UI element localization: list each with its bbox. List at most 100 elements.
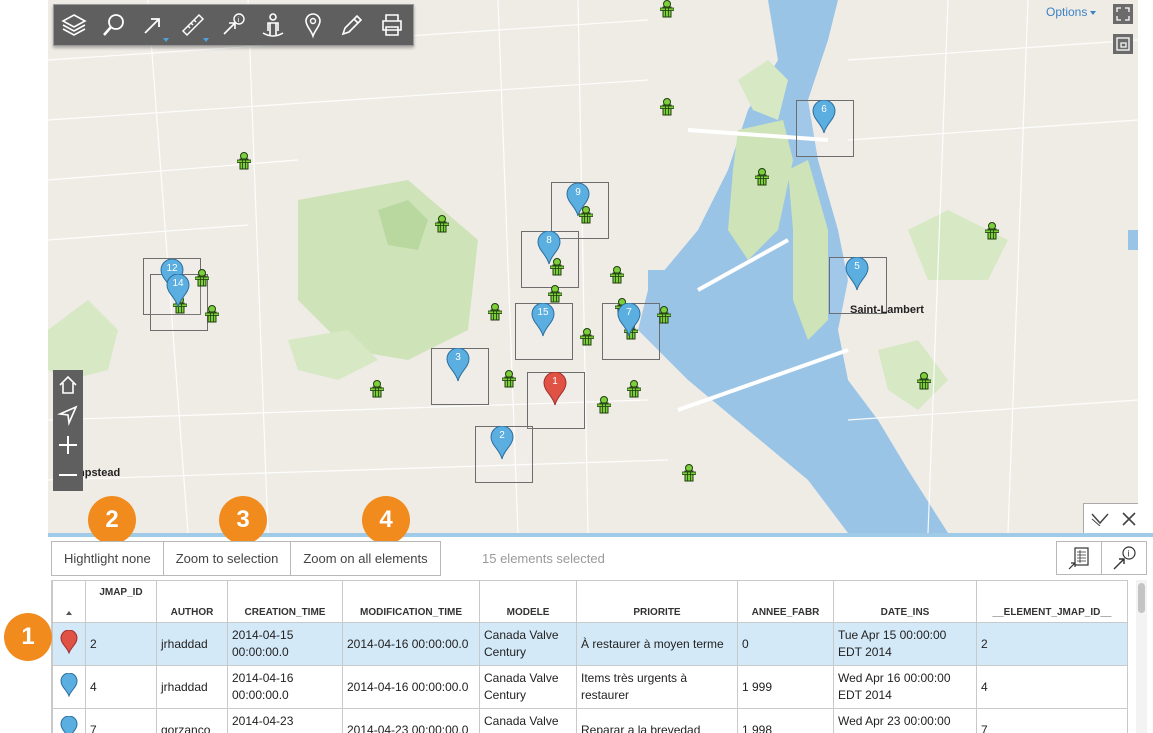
place-label: npstead <box>78 467 121 479</box>
hydrant-icon[interactable] <box>547 285 563 303</box>
column-header[interactable]: JMAP_ID <box>85 580 157 623</box>
select-arrow-icon[interactable] <box>134 5 174 45</box>
measure-ruler-icon[interactable] <box>173 5 213 45</box>
map-marker[interactable]: 1 <box>543 371 567 406</box>
place-marker-icon[interactable] <box>293 5 333 45</box>
sort-column-header[interactable] <box>52 580 86 623</box>
table-cell: 2 <box>976 622 1128 666</box>
map-marker[interactable]: 3 <box>446 347 470 382</box>
hydrant-icon[interactable] <box>369 380 385 398</box>
place-label: Saint-Lambert <box>850 304 924 316</box>
collapse-chevron-icon[interactable] <box>1090 512 1110 526</box>
row-marker-icon <box>60 672 78 698</box>
home-icon[interactable] <box>53 370 83 400</box>
identify-selection-button[interactable]: i <box>1101 541 1147 575</box>
column-header[interactable]: DATE_INS <box>833 580 977 623</box>
table-row[interactable]: 4 jrhaddad 2014-04-16 00:00:00.0 2014-04… <box>52 665 1128 709</box>
hydrant-icon[interactable] <box>204 305 220 323</box>
panel-controls <box>1083 503 1138 533</box>
hydrant-icon[interactable] <box>236 152 252 170</box>
column-header[interactable]: ANNEE_FABR <box>737 580 834 623</box>
map-marker[interactable]: 8 <box>537 230 561 265</box>
scroll-thumb[interactable] <box>1138 583 1145 613</box>
fullscreen-button[interactable] <box>1113 4 1133 24</box>
table-cell: Wed Apr 23 00:00:00 EDT 2014 <box>833 708 977 733</box>
map-marker[interactable]: 14 <box>166 273 190 308</box>
highlight-none-button[interactable]: Hightlight none <box>52 542 164 575</box>
hydrant-icon[interactable] <box>501 370 517 388</box>
column-header[interactable]: MODELE <box>479 580 577 623</box>
zoom-to-selection-button[interactable]: Zoom to selection <box>164 542 292 575</box>
navigate-arrow-icon[interactable] <box>53 400 83 430</box>
edit-pencil-icon[interactable] <box>333 5 373 45</box>
map-navigation <box>53 370 83 491</box>
map-marker[interactable]: 9 <box>566 182 590 217</box>
table-cell: 4 <box>85 665 157 709</box>
map-marker[interactable]: 6 <box>812 99 836 134</box>
search-zoom-icon[interactable] <box>94 5 134 45</box>
table-cell: 7 <box>976 708 1128 733</box>
column-header[interactable]: CREATION_TIME <box>227 580 343 623</box>
table-cell: À restaurer à moyen terme <box>576 622 738 666</box>
map-view[interactable]: 6 9 8 12 14 5 15 7 3 1 2 Saint-Lambert n… <box>48 0 1138 533</box>
person-location-icon[interactable] <box>253 5 293 45</box>
layers-icon[interactable] <box>54 5 94 45</box>
table-cell: 2014-04-16 00:00:00.0 <box>342 622 480 666</box>
hydrant-icon[interactable] <box>659 98 675 116</box>
table-cell: gorzanco <box>156 708 228 733</box>
overview-button[interactable] <box>1113 34 1133 54</box>
options-menu[interactable]: Options <box>1046 5 1096 19</box>
table-cell: 1 999 <box>737 665 834 709</box>
table-cell: 0 <box>737 622 834 666</box>
table-row[interactable]: 2 jrhaddad 2014-04-15 00:00:00.0 2014-04… <box>52 622 1128 666</box>
map-marker[interactable]: 2 <box>490 425 514 460</box>
table-cell: 2014-04-16 00:00:00.0 <box>227 665 343 709</box>
column-header[interactable]: AUTHOR <box>156 580 228 623</box>
close-icon[interactable] <box>1121 511 1137 527</box>
hydrant-icon[interactable] <box>754 168 770 186</box>
export-table-button[interactable] <box>1056 541 1102 575</box>
hydrant-icon[interactable] <box>609 266 625 284</box>
hydrant-icon[interactable] <box>659 0 675 18</box>
map-marker[interactable]: 7 <box>617 302 641 337</box>
hydrant-icon[interactable] <box>984 222 1000 240</box>
table-scrollbar[interactable] <box>1136 580 1147 733</box>
zoom-in-icon[interactable] <box>53 430 83 460</box>
sort-caret-icon <box>66 611 72 615</box>
hydrant-icon[interactable] <box>487 303 503 321</box>
hydrant-icon[interactable] <box>626 380 642 398</box>
table-cell: 2014-04-15 00:00:00.0 <box>227 622 343 666</box>
hydrant-icon[interactable] <box>194 269 210 287</box>
table-cell: jrhaddad <box>156 622 228 666</box>
map-marker[interactable]: 15 <box>531 302 555 337</box>
attribute-table: JMAP_ID AUTHOR CREATION_TIME MODIFICATIO… <box>51 580 1134 733</box>
column-header[interactable]: MODIFICATION_TIME <box>342 580 480 623</box>
hydrant-icon[interactable] <box>596 396 612 414</box>
column-header[interactable]: PRIORITE <box>576 580 738 623</box>
hydrant-icon[interactable] <box>916 372 932 390</box>
callout-badge: 4 <box>362 496 410 544</box>
panel-divider <box>48 533 1153 537</box>
svg-text:i: i <box>238 17 240 24</box>
hydrant-icon[interactable] <box>681 464 697 482</box>
table-cell: Wed Apr 16 00:00:00 EDT 2014 <box>833 665 977 709</box>
table-export-icon <box>1068 547 1089 570</box>
map-marker[interactable]: 5 <box>845 256 869 291</box>
hydrant-icon[interactable] <box>434 215 450 233</box>
print-icon[interactable] <box>372 5 412 45</box>
table-cell: Reparar a la brevedad <box>576 708 738 733</box>
row-marker-icon <box>60 715 78 733</box>
map-toolbar: i <box>53 4 414 46</box>
identify-icon[interactable]: i <box>213 5 253 45</box>
overview-map-icon <box>1116 37 1130 51</box>
table-cell: 4 <box>976 665 1128 709</box>
column-header[interactable]: __ELEMENT_JMAP_ID__ <box>976 580 1128 623</box>
hydrant-icon[interactable] <box>656 306 672 324</box>
hydrant-icon[interactable] <box>579 328 595 346</box>
zoom-all-elements-button[interactable]: Zoom on all elements <box>291 542 439 575</box>
table-cell: 2014-04-23 00:00:00.0 <box>342 708 480 733</box>
table-cell: Items très urgents à restaurer <box>576 665 738 709</box>
zoom-out-icon[interactable] <box>53 460 83 490</box>
svg-text:i: i <box>1128 549 1130 559</box>
table-row[interactable]: 7 gorzanco 2014-04-23 00:00:00.0 2014-04… <box>52 708 1128 733</box>
